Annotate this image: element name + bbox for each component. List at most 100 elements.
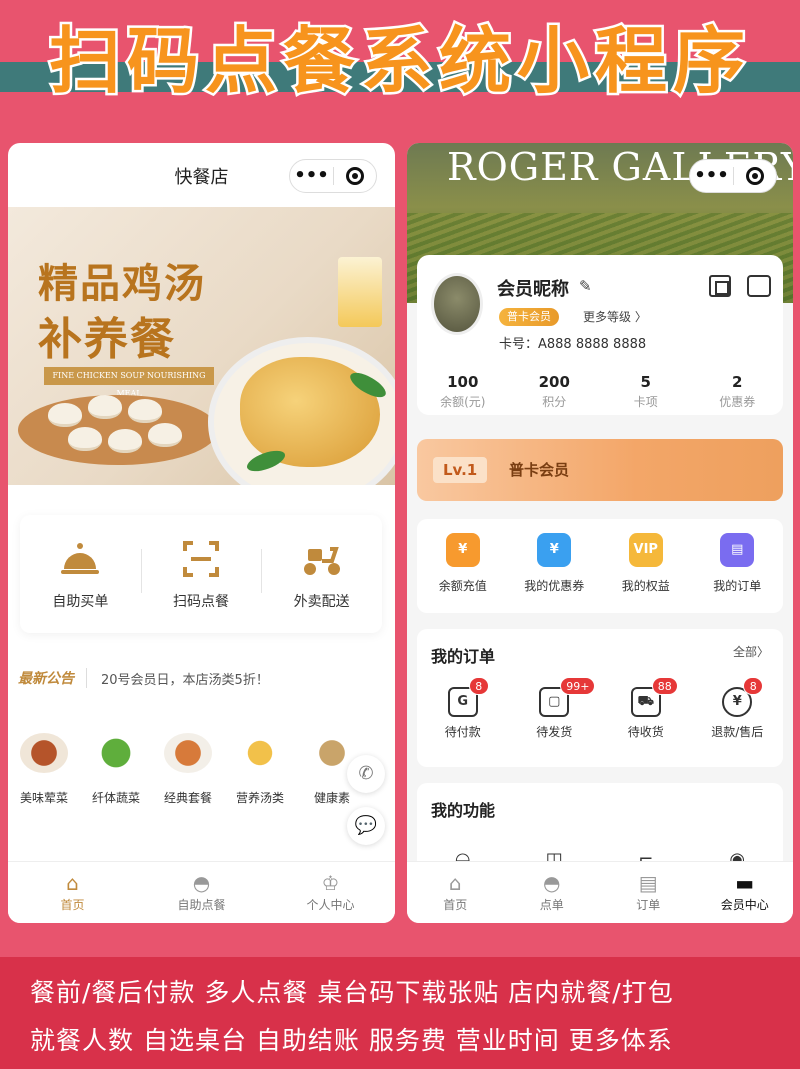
qr-code-icon[interactable] <box>709 275 731 297</box>
quick-action-scan-order[interactable]: 扫码点餐 <box>140 537 262 611</box>
miniprogram-capsule: ••• <box>689 159 777 193</box>
set-meal-image <box>164 733 212 773</box>
target-icon <box>745 167 764 185</box>
level-tag: Lv.1 <box>433 457 488 483</box>
chat-button[interactable]: 💬 <box>347 807 385 845</box>
tab-self-order[interactable]: ◓ 自助点餐 <box>137 862 266 923</box>
category-label: 健康素 <box>313 791 350 805</box>
order-refund[interactable]: ¥ 8 退款/售后 <box>692 677 784 740</box>
order-status-label: 待付款 <box>444 725 481 739</box>
category-list: 美味荤菜 纤体蔬菜 经典套餐 营养汤类 健康素 <box>8 733 395 806</box>
switch-card-icon[interactable] <box>747 275 771 297</box>
tab-label: 个人中心 <box>306 898 355 912</box>
quick-action-delivery[interactable]: 外卖配送 <box>261 537 382 611</box>
dumpling-image <box>48 403 82 427</box>
service-label: 我的优惠券 <box>524 579 585 593</box>
phone-call-button[interactable]: ✆ <box>347 755 385 793</box>
category-item-soup[interactable]: 营养汤类 <box>224 733 296 806</box>
tab-label: 首页 <box>60 898 85 912</box>
orders-title: 我的订单 <box>431 647 496 666</box>
stat-coupons[interactable]: 2 优惠券 <box>692 373 784 410</box>
service-top-up[interactable]: ¥ 余额充值 <box>417 533 509 613</box>
tab-label: 点单 <box>539 898 564 912</box>
money-bag-icon: ¥ <box>445 533 480 567</box>
edit-icon[interactable]: ✎ <box>579 277 592 295</box>
count-badge: 88 <box>651 677 678 695</box>
tab-home[interactable]: ⌂ 首页 <box>407 862 504 923</box>
order-pending-shipment[interactable]: ▢ 99+ 待发货 <box>509 677 601 740</box>
service-benefits[interactable]: VIP 我的权益 <box>600 533 692 613</box>
category-label: 经典套餐 <box>163 791 212 805</box>
dumpling-image <box>68 427 102 451</box>
order-pending-payment[interactable]: G 8 待付款 <box>417 677 509 740</box>
member-stats: 100 余额(元) 200 积分 5 卡项 2 优惠券 <box>417 373 783 410</box>
more-dots-icon[interactable]: ••• <box>690 166 733 186</box>
clipboard-icon: ▤ <box>638 871 658 895</box>
stat-balance[interactable]: 100 余额(元) <box>417 373 509 410</box>
avatar[interactable] <box>431 273 483 335</box>
close-miniprogram-button[interactable] <box>734 167 776 185</box>
banner: 扫码点餐系统小程序 <box>0 0 800 106</box>
category-item-meat[interactable]: 美味荤菜 <box>8 733 80 806</box>
soup-image <box>236 733 284 773</box>
target-icon <box>345 167 364 185</box>
promo-title-line1: 精品鸡汤 <box>38 260 206 307</box>
stat-value: 2 <box>732 373 743 391</box>
order-status-row: G 8 待付款 ▢ 99+ 待发货 ⛟ 88 待收货 ¥ 8 退款/售后 <box>417 677 784 740</box>
promo-banner[interactable]: 精品鸡汤 补养餐 FINE CHICKEN SOUP NOURISHING ME… <box>8 207 395 485</box>
quick-action-self-pay[interactable]: 自助买单 <box>20 537 141 611</box>
meat-dish-image <box>20 733 68 773</box>
level-badge: 普卡会员 <box>499 308 559 326</box>
announcement-bar[interactable]: 最新公告 20号会员日，本店汤类5折！ <box>8 663 395 693</box>
juice-glass-image <box>338 257 382 327</box>
all-orders-link[interactable]: 全部〉 <box>733 643 769 660</box>
stat-label: 优惠券 <box>719 395 756 409</box>
my-orders-card: 我的订单 全部〉 G 8 待付款 ▢ 99+ 待发货 ⛟ 88 待收货 ¥ 8 … <box>417 629 783 767</box>
order-card-icon: ▤ <box>720 533 755 567</box>
more-dots-icon[interactable]: ••• <box>290 166 333 186</box>
vip-icon: VIP <box>628 533 663 567</box>
dumpling-image <box>148 423 182 447</box>
announcement-title: 最新公告 <box>18 668 87 688</box>
stat-points[interactable]: 200 积分 <box>509 373 601 410</box>
card-icon: ▬ <box>735 871 755 895</box>
left-topbar: 快餐店 ••• <box>8 143 395 207</box>
quick-action-label: 扫码点餐 <box>173 594 229 610</box>
dumpling-image <box>128 399 162 423</box>
announcement-text: 20号会员日，本店汤类5折！ <box>101 672 269 688</box>
member-services: ¥ 余额充值 ¥ 我的优惠券 VIP 我的权益 ▤ 我的订单 <box>417 519 783 613</box>
tab-home[interactable]: ⌂ 首页 <box>8 862 137 923</box>
membership-level-card[interactable]: Lv.1 普卡会员 <box>417 439 783 501</box>
stat-label: 余额(元) <box>440 395 486 409</box>
promo-title-line2: 补养餐 <box>38 314 176 365</box>
tab-orders[interactable]: ▤ 订单 <box>600 862 697 923</box>
service-label: 我的权益 <box>621 579 670 593</box>
tab-label: 订单 <box>636 898 661 912</box>
category-item-set-meal[interactable]: 经典套餐 <box>152 733 224 806</box>
stat-value: 100 <box>447 373 479 391</box>
card-number: 卡号：A888 8888 8888 <box>499 337 647 352</box>
more-levels-link[interactable]: 更多等级 〉 <box>583 308 647 325</box>
tab-member-center[interactable]: ▬ 会员中心 <box>697 862 794 923</box>
order-status-label: 退款/售后 <box>711 725 764 739</box>
stat-cards[interactable]: 5 卡项 <box>600 373 692 410</box>
order-pending-receipt[interactable]: ⛟ 88 待收货 <box>600 677 692 740</box>
tab-label: 会员中心 <box>720 898 769 912</box>
service-coupons[interactable]: ¥ 我的优惠券 <box>509 533 601 613</box>
crown-icon: ♔ <box>321 871 340 895</box>
tab-order[interactable]: ◓ 点单 <box>504 862 601 923</box>
order-status-label: 待发货 <box>536 725 573 739</box>
tab-profile[interactable]: ♔ 个人中心 <box>266 862 395 923</box>
feature-footer: 餐前/餐后付款 多人点餐 桌台码下载张贴 店内就餐/打包 就餐人数 自选桌台 自… <box>0 957 800 1069</box>
feature-line-1: 餐前/餐后付款 多人点餐 桌台码下载张贴 店内就餐/打包 <box>30 978 674 1007</box>
phone-icon: ✆ <box>358 763 374 784</box>
dumpling-image <box>88 395 122 419</box>
dumpling-image <box>108 429 142 453</box>
quick-action-label: 外卖配送 <box>293 594 350 610</box>
close-miniprogram-button[interactable] <box>334 167 376 185</box>
category-item-vegetables[interactable]: 纤体蔬菜 <box>80 733 152 806</box>
category-label: 营养汤类 <box>235 791 284 805</box>
order-status-label: 待收货 <box>627 725 664 739</box>
service-orders[interactable]: ▤ 我的订单 <box>692 533 784 613</box>
tab-label: 首页 <box>443 898 468 912</box>
